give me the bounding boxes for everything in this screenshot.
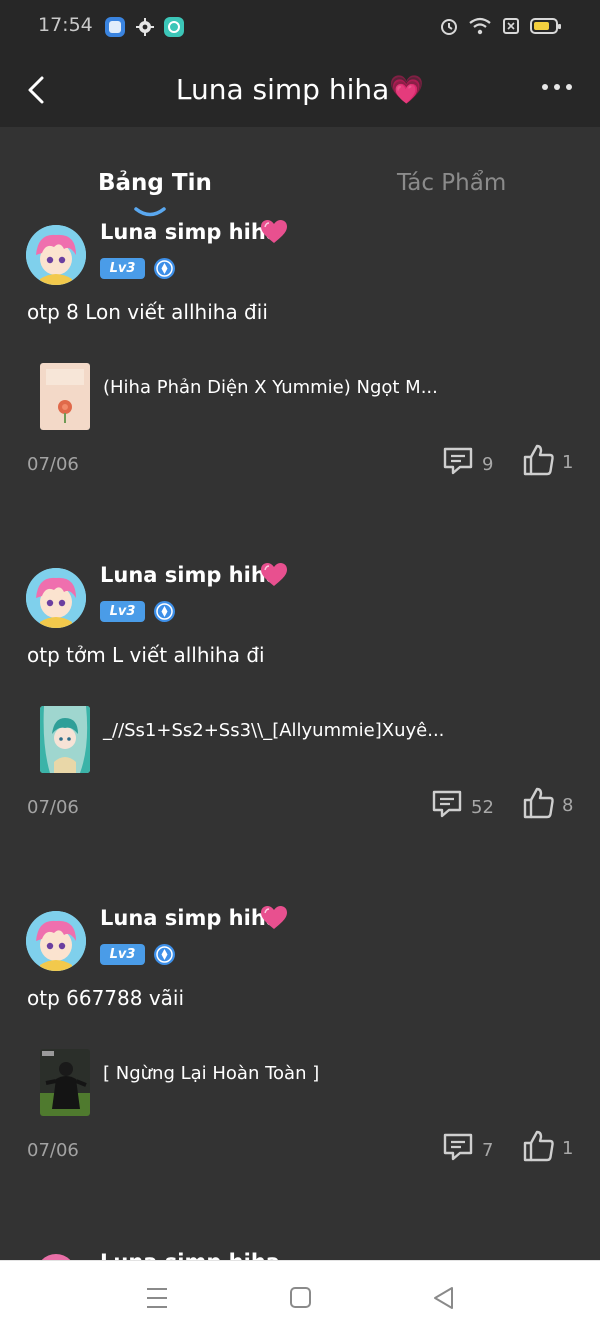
post-card[interactable]: Luna simp hiha Lv3 otp tởm L viết allhih… (0, 562, 600, 902)
post-card[interactable]: Luna simp hiha Lv3 otp 8 Lon viết allhih… (0, 219, 600, 559)
home-button[interactable] (287, 1285, 315, 1311)
status-bar: 17:54 (0, 0, 600, 54)
post-date: 07/06 (27, 1140, 79, 1161)
comment-button[interactable]: 9 (442, 445, 502, 479)
square-home-icon (290, 1287, 311, 1308)
page-title: Luna simp hiha💗 (175, 73, 425, 106)
story-title: [ Ngừng Lại Hoàn Toàn ] (103, 1063, 320, 1084)
comment-button[interactable]: 52 (431, 788, 501, 822)
thumbs-up-icon (523, 1130, 554, 1162)
blue-app-icon (105, 17, 125, 37)
comment-count: 7 (482, 1140, 494, 1161)
menu-button[interactable] (143, 1285, 171, 1311)
tab-news-feed[interactable]: Bảng Tin (98, 170, 212, 196)
sim-icon (502, 16, 520, 40)
author-name[interactable]: Luna simp hiha (100, 563, 280, 587)
like-button[interactable]: 1 (522, 1129, 582, 1165)
system-back-button[interactable] (430, 1285, 458, 1311)
like-count: 8 (562, 795, 574, 816)
post-card[interactable]: Luna simp hiha Lv3 otp 667788 vãii [ Ngừ… (0, 905, 600, 1245)
story-cover (40, 706, 90, 773)
like-count: 1 (562, 452, 574, 473)
more-dots-icon (542, 84, 548, 90)
post-date: 07/06 (27, 797, 79, 818)
post-date: 07/06 (27, 454, 79, 475)
menu-icon (147, 1288, 167, 1308)
verified-badge-icon (154, 944, 175, 965)
level-badge: Lv3 (100, 601, 145, 622)
author-name[interactable]: Luna simp hiha (100, 906, 280, 930)
heart-icon (261, 906, 287, 929)
level-badge: Lv3 (100, 258, 145, 279)
level-badge: Lv3 (100, 944, 145, 965)
chevron-left-icon (28, 76, 44, 104)
status-icons (440, 16, 562, 40)
triangle-back-icon (434, 1287, 453, 1309)
story-title: (Hiha Phản Diện X Yummie) Ngọt M... (103, 377, 438, 398)
like-count: 1 (562, 1138, 574, 1159)
gear-app-icon (135, 17, 155, 37)
active-tab-indicator (134, 207, 166, 217)
comment-button[interactable]: 7 (442, 1131, 502, 1165)
heart-icon (261, 563, 287, 586)
system-nav-bar (0, 1260, 600, 1334)
comment-count: 52 (471, 797, 494, 818)
alarm-icon (440, 16, 458, 40)
app-header: Luna simp hiha💗 (0, 54, 600, 127)
thumbs-up-icon (523, 787, 554, 819)
battery-icon (530, 16, 562, 40)
post-text: otp 8 Lon viết allhiha đii (27, 300, 268, 324)
story-cover (40, 363, 90, 430)
post-text: otp tởm L viết allhiha đi (27, 643, 265, 667)
linked-story-card[interactable]: [ Ngừng Lại Hoàn Toàn ] (40, 1049, 560, 1117)
like-button[interactable]: 1 (522, 443, 582, 479)
avatar[interactable] (26, 225, 86, 285)
comment-count: 9 (482, 454, 494, 475)
avatar[interactable] (26, 568, 86, 628)
tab-works[interactable]: Tác Phẩm (397, 170, 506, 196)
like-button[interactable]: 8 (522, 786, 582, 822)
more-options-button[interactable] (542, 84, 572, 90)
linked-story-card[interactable]: _//Ss1+Ss2+Ss3\\_[Allyummie]Xuyê... (40, 706, 560, 774)
status-time: 17:54 (38, 14, 93, 36)
author-name: Luna simp hiha (100, 1250, 280, 1260)
verified-badge-icon (154, 258, 175, 279)
back-button[interactable] (22, 72, 56, 108)
post-text: otp 667788 vãii (27, 986, 185, 1010)
story-title: _//Ss1+Ss2+Ss3\\_[Allyummie]Xuyê... (103, 720, 445, 741)
heart-icon (261, 220, 287, 243)
author-name[interactable]: Luna simp hiha (100, 220, 280, 244)
comment-icon (443, 1133, 473, 1161)
profile-tabs: Bảng Tin Tác Phẩm (0, 127, 600, 217)
verified-badge-icon (154, 601, 175, 622)
thumbs-up-icon (523, 444, 554, 476)
wifi-icon (468, 16, 492, 40)
avatar[interactable] (26, 911, 86, 971)
post-card-partial[interactable]: Luna simp hiha (0, 1246, 600, 1260)
linked-story-card[interactable]: (Hiha Phản Diện X Yummie) Ngọt M... (40, 363, 560, 431)
story-cover (40, 1049, 90, 1116)
teal-app-icon (164, 17, 184, 37)
comment-icon (443, 447, 473, 475)
comment-icon (432, 790, 462, 818)
